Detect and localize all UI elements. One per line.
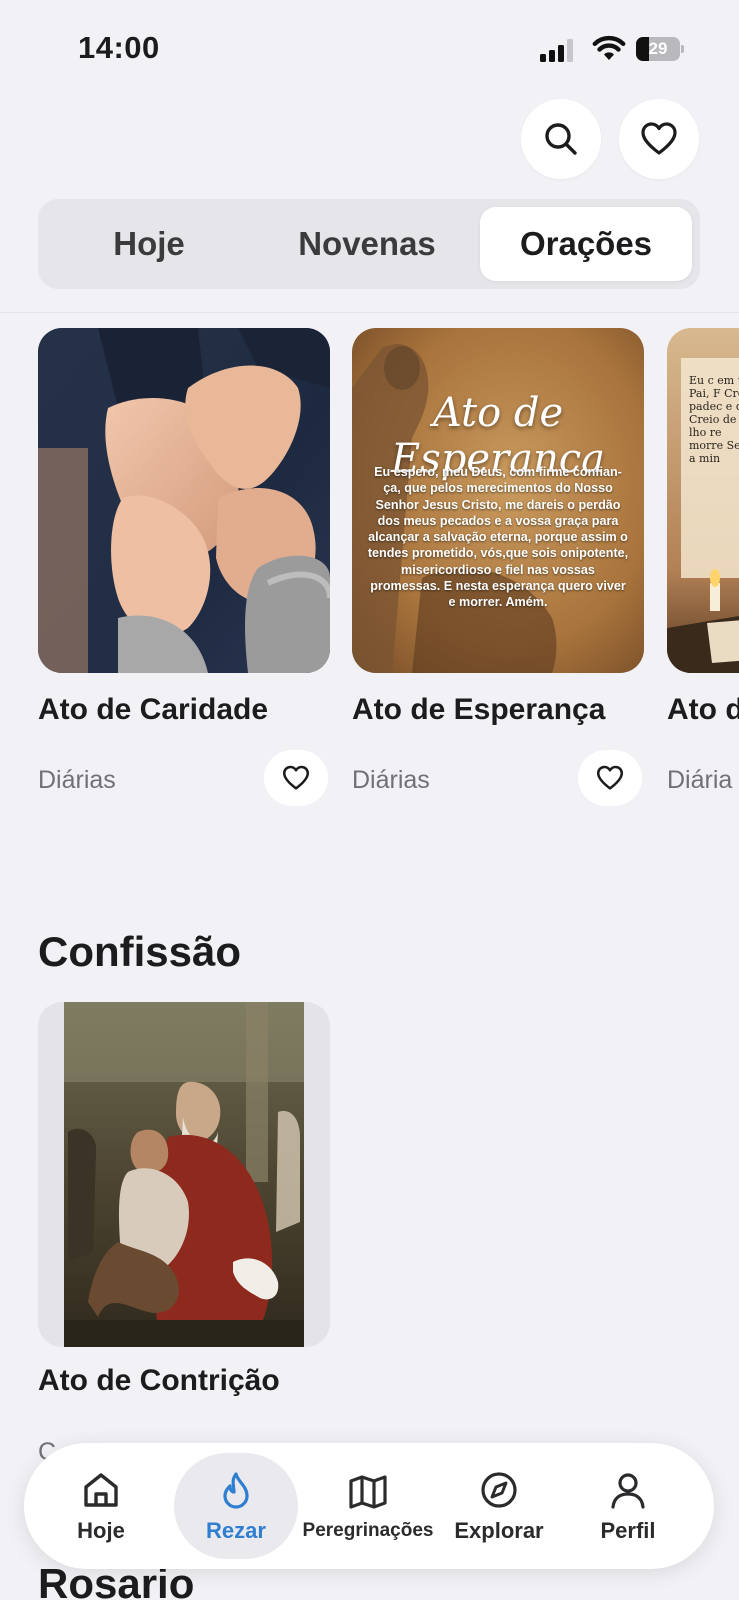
- nav-label: Rezar: [206, 1518, 266, 1543]
- card-title: Ato d: [667, 693, 739, 726]
- divider: [0, 312, 739, 313]
- prayer-card-contricao[interactable]: Ato de Contrição C: [38, 1002, 330, 1466]
- flame-icon: [214, 1468, 258, 1512]
- status-bar: 14:00 29: [0, 0, 739, 100]
- favorites-button[interactable]: [619, 99, 699, 179]
- image-prayer-text: Eu c em tr Pai, F Creio padec e que Crei…: [689, 374, 739, 465]
- heart-icon: [641, 122, 677, 155]
- card-image: [38, 1002, 330, 1347]
- tab-oracoes[interactable]: Orações: [480, 207, 692, 281]
- card-title: Ato de Esperança: [352, 693, 606, 726]
- nav-label: Perfil: [600, 1518, 656, 1543]
- section-title-confissao: Confissão: [38, 928, 242, 975]
- tab-hoje[interactable]: Hoje: [46, 207, 252, 281]
- nav-perfil[interactable]: Perfil: [578, 1443, 678, 1569]
- heart-icon: [596, 765, 624, 790]
- battery-level: 29: [648, 39, 668, 58]
- map-icon: [346, 1470, 390, 1514]
- prayer-card-caridade[interactable]: Ato de Caridade Diárias: [38, 328, 330, 808]
- card-image: [38, 328, 330, 673]
- favorite-button[interactable]: [578, 750, 642, 806]
- nav-hoje[interactable]: Hoje: [54, 1443, 148, 1569]
- favorite-button[interactable]: [264, 750, 328, 806]
- status-time: 14:00: [78, 30, 160, 65]
- tab-bar: Hoje Novenas Orações: [38, 199, 700, 289]
- nav-explorar[interactable]: Explorar: [444, 1443, 554, 1569]
- search-button[interactable]: [521, 99, 601, 179]
- prayer-card-partial[interactable]: Eu c em tr Pai, F Creio padec e que Crei…: [667, 328, 739, 808]
- card-category: Diária: [667, 766, 733, 794]
- compass-icon: [477, 1468, 521, 1512]
- nav-label: Explorar: [454, 1518, 544, 1543]
- wifi-icon: [592, 34, 626, 62]
- nav-rezar[interactable]: Rezar: [184, 1443, 288, 1569]
- card-image: Eu c em tr Pai, F Creio padec e que Crei…: [667, 328, 739, 673]
- card-category: Diárias: [38, 766, 116, 794]
- card-category: Diárias: [352, 766, 430, 794]
- card-title: Ato de Caridade: [38, 693, 269, 726]
- bottom-nav: Hoje Rezar Peregrinações Explorar Perfil: [24, 1443, 714, 1569]
- home-icon: [79, 1468, 123, 1512]
- heart-icon: [282, 765, 310, 790]
- user-icon: [606, 1468, 650, 1512]
- search-icon: [545, 123, 577, 155]
- image-prayer-text: Eu espero, meu Deus, com firme confian-ç…: [367, 465, 629, 610]
- nav-peregrinacoes[interactable]: Peregrinações: [298, 1443, 438, 1569]
- card-title: Ato de Contrição: [38, 1364, 280, 1397]
- signal-icon: [540, 38, 576, 62]
- tab-novenas[interactable]: Novenas: [260, 207, 474, 281]
- battery-icon: 29: [636, 37, 684, 61]
- nav-label: Hoje: [77, 1518, 125, 1543]
- card-image: Ato de Esperanca Eu espero, meu Deus, co…: [352, 328, 644, 673]
- prayer-card-esperanca[interactable]: Ato de Esperanca Eu espero, meu Deus, co…: [352, 328, 644, 808]
- nav-label: Peregrinações: [302, 1520, 434, 1541]
